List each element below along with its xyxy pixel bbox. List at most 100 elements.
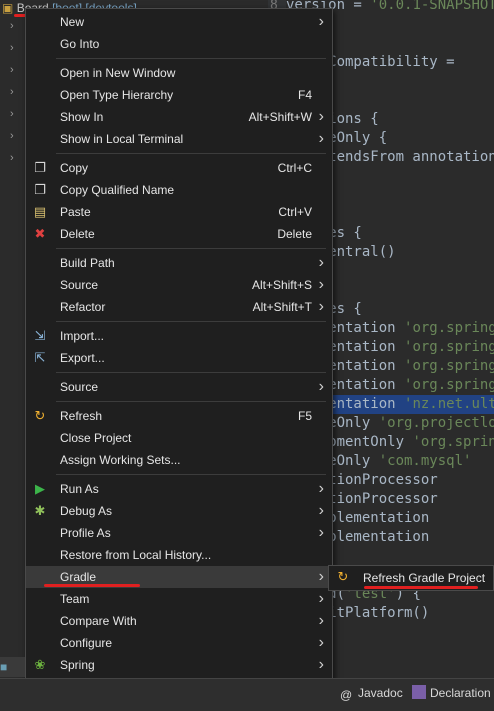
menu-item-label: Restore from Local History... [60,548,212,562]
submenu-arrow-icon: › [318,108,324,125]
submenu-arrow-icon: › [318,254,324,271]
menu-item-open-type-hierarchy[interactable]: Open Type Hierarchy F4 [26,84,332,106]
menu-item-shortcut: Alt+Shift+S [251,278,312,292]
package-explorer[interactable]: › › › › › › › [0,0,26,660]
import-icon: ⇲ [34,328,46,343]
menu-item-source[interactable]: Source Alt+Shift+S › [26,274,332,296]
chevron-right-icon[interactable]: › [10,130,14,142]
menu-item-spring[interactable]: ❀ Spring › [26,654,332,676]
chevron-right-icon[interactable]: › [10,42,14,54]
javadoc-icon: @ [340,688,353,702]
menu-item-label: New [60,15,85,29]
menu-item-build-path[interactable]: Build Path › [26,252,332,274]
menu-item-label: Paste [60,205,91,219]
menu-item-open-in-new-window[interactable]: Open in New Window [26,62,332,84]
menu-item-label: Export... [60,351,105,365]
menu-item-delete[interactable]: ✖ Delete Delete [26,223,332,245]
menu-item-close-project[interactable]: Close Project [26,427,332,449]
menu-item-shortcut: Ctrl+C [277,161,312,175]
menu-item-shortcut: Alt+Shift+W [248,110,312,124]
menu-item-profile-as[interactable]: Profile As › [26,522,332,544]
menu-item-label: Source [60,380,99,394]
annotation-underline-refresh [364,586,478,589]
menu-item-run-as[interactable]: ▶ Run As › [26,478,332,500]
gradle-refresh-icon: ↻ [337,569,349,584]
submenu-arrow-icon: › [318,502,324,519]
menu-item-paste[interactable]: ▤ Paste Ctrl+V [26,201,332,223]
chevron-right-icon[interactable]: › [10,64,14,76]
menu-item-assign-working-sets[interactable]: Assign Working Sets... [26,449,332,471]
menu-item-compare-with[interactable]: Compare With › [26,610,332,632]
tab-declaration[interactable]: Declaration [412,680,491,706]
menu-item-shortcut: F4 [297,88,312,102]
submenu-arrow-icon: › [318,656,324,673]
menu-item-refresh[interactable]: ↻ Refresh F5 [26,405,332,427]
menu-item-refactor[interactable]: Refactor Alt+Shift+T › [26,296,332,318]
copy-icon: ❐ [34,160,46,175]
menu-item-label: Show In [60,110,104,124]
menu-separator [56,474,326,475]
menu-item-label: Team [60,592,90,606]
chevron-right-icon[interactable]: › [10,86,14,98]
menu-item-label: Run As [60,482,99,496]
delete-icon: ✖ [34,226,46,241]
menu-item-configure[interactable]: Configure › [26,632,332,654]
menu-item-copy[interactable]: ❐ Copy Ctrl+C [26,157,332,179]
menu-separator [56,58,326,59]
annotation-underline-gradle [44,584,140,587]
menu-item-show-in-local-terminal[interactable]: Show in Local Terminal › [26,128,332,150]
menu-item-label: Build Path [60,256,115,270]
submenu-arrow-icon: › [318,634,324,651]
menu-separator [56,153,326,154]
paste-icon: ▤ [33,204,47,219]
menu-separator [56,321,326,322]
menu-item-team[interactable]: Team › [26,588,332,610]
menu-item-label: Delete [60,227,95,241]
chevron-right-icon[interactable]: › [10,20,14,32]
menu-item-label: Configure [60,636,113,650]
menu-item-go-into[interactable]: Go Into [26,33,332,55]
tab-javadoc[interactable]: @ Javadoc [340,680,403,706]
chevron-right-icon[interactable]: › [10,108,14,120]
menu-item-export[interactable]: ⇱ Export... [26,347,332,369]
menu-item-debug-as[interactable]: ✱ Debug As › [26,500,332,522]
menu-item-label: Copy [60,161,89,175]
menu-item-show-in[interactable]: Show In Alt+Shift+W › [26,106,332,128]
tab-label: Javadoc [358,686,403,700]
menu-item-label: Show in Local Terminal [60,132,184,146]
submenu-arrow-icon: › [318,524,324,541]
refresh-icon: ↻ [34,408,46,423]
submenu-arrow-icon: › [318,298,324,315]
menu-item-label: Close Project [60,431,132,445]
panel-icon: ■ [0,660,8,674]
menu-separator [56,248,326,249]
menu-item-source-2[interactable]: Source › [26,376,332,398]
chevron-right-icon[interactable]: › [10,152,14,164]
project-folder-icon: ▣ [2,1,14,15]
declaration-icon [412,685,426,699]
menu-item-copy-qualified-name[interactable]: ❐ Copy Qualified Name [26,179,332,201]
menu-item-import[interactable]: ⇲ Import... [26,325,332,347]
menu-separator [56,401,326,402]
menu-item-label: Debug As [60,504,113,518]
menu-item-label: Source [60,278,99,292]
menu-item-shortcut: Delete [277,227,312,241]
menu-item-label: Assign Working Sets... [60,453,181,467]
menu-item-label: Go Into [60,37,100,51]
menu-item-label: Profile As [60,526,111,540]
menu-item-label: Refactor [60,300,106,314]
copy-qualified-icon: ❐ [34,182,46,197]
menu-item-label: Import... [60,329,105,343]
submenu-arrow-icon: › [318,480,324,497]
left-panel-tab[interactable]: ■ Bo [0,657,25,694]
menu-separator [56,372,326,373]
menu-item-label: Open Type Hierarchy [60,88,174,102]
menu-item-label: Refresh [60,409,103,423]
menu-item-new[interactable]: New › [26,11,332,33]
menu-item-shortcut: F5 [297,409,312,423]
submenu-arrow-icon: › [318,568,324,585]
spring-icon: ❀ [34,657,46,672]
context-menu[interactable]: New › Go Into Open in New Window Open Type H… [25,8,333,710]
submenu-arrow-icon: › [318,612,324,629]
menu-item-restore-from-local-history[interactable]: Restore from Local History... [26,544,332,566]
